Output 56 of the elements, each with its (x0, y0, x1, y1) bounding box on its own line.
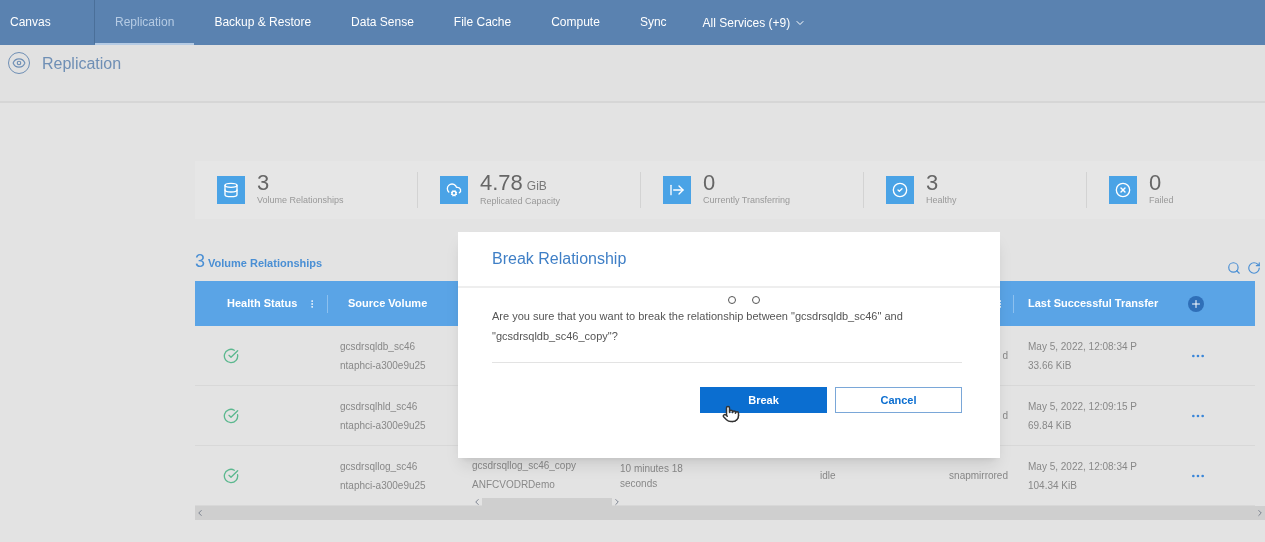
scrollbar-drawing[interactable] (472, 495, 622, 508)
table-title: Volume Relationships (208, 256, 323, 271)
horizontal-scrollbar[interactable] (195, 506, 1265, 520)
stat-label: Volume Relationships (257, 194, 344, 208)
stat-value: 4.78 (480, 171, 523, 194)
table-cell-text: 69.84 KiB (1028, 418, 1073, 433)
search-icon[interactable] (1227, 261, 1241, 275)
table-cell-text: gcsdrsqldb_sc46 (340, 339, 417, 354)
table-cell-text: snapmirrored (949, 469, 1008, 483)
nav-tab[interactable]: File Cache (433, 0, 532, 45)
table-cell-text: ntaphci-a300e9u25 (340, 418, 427, 433)
table-cell-text: ntaphci-a300e9u25 (340, 478, 427, 493)
break-button[interactable]: Break (700, 387, 827, 413)
table-cell-text: May 5, 2022, 12:08:34 P (1028, 459, 1138, 474)
table-cell-text: May 5, 2022, 12:08:34 P (1028, 339, 1138, 354)
stat-label: Currently Transferring (703, 194, 791, 208)
scroll-left-icon[interactable] (195, 508, 205, 518)
column-header[interactable]: Source Volume (348, 295, 428, 312)
column-header[interactable]: Health Status (227, 295, 298, 312)
table-cell-text: gcsdrsqllog_sc46 (340, 459, 419, 474)
table-cell-text: ntaphci-a300e9u25 (340, 358, 427, 373)
nav-tab[interactable]: Data Sense (331, 0, 434, 45)
database-icon (217, 176, 245, 204)
dialog-title: Break Relationship (492, 249, 627, 269)
table-cell-text: 104.34 KiB (1028, 478, 1078, 493)
stat-value: 0 (703, 172, 716, 195)
table-cell-text: gcsdrsqllog_sc46_copy (472, 458, 577, 473)
relationship-count: 3 (195, 250, 205, 273)
table-cell-text: gcsdrsqlhld_sc46 (340, 399, 419, 414)
dialog-message: Are you sure that you want to break the relationship between "gcsdrsqldb_sc46" and "gcsdrsqldb_sc46_copy"? (492, 309, 904, 344)
all-services-menu[interactable]: All Services (+9) (686, 0, 823, 45)
nav-tab[interactable]: Sync (619, 0, 687, 45)
table-cell-text: May 5, 2022, 12:09:15 P (1028, 399, 1138, 414)
table-cell: idle (820, 470, 836, 481)
nav-tab[interactable]: Compute (531, 0, 620, 45)
stat-label: Failed (1149, 194, 1174, 208)
column-header[interactable]: Last Successful Transfer (1028, 295, 1159, 312)
nav-tab[interactable]: Backup & Restore (194, 0, 332, 45)
table-cell-text: 33.66 KiB (1028, 358, 1073, 373)
cancel-button[interactable]: Cancel (835, 387, 962, 413)
stat-label: Replicated Capacity (480, 194, 561, 208)
stat-value: 0 (1149, 172, 1162, 195)
add-icon[interactable] (1188, 295, 1204, 312)
stat-label: Healthy (926, 194, 957, 208)
refresh-icon[interactable] (1247, 261, 1261, 275)
hand-cursor-icon (722, 405, 740, 423)
table-cell-text: d (1002, 409, 1008, 423)
stat-value: 3 (926, 172, 939, 195)
table-cell-text: 10 minutes 18 seconds (620, 461, 684, 491)
stat-unit: GiB (526, 177, 547, 195)
scroll-right-icon[interactable] (1255, 508, 1265, 518)
page-title: Replication (42, 54, 122, 74)
stat-value: 3 (257, 172, 270, 195)
table-cell-text: ANFCVODRDemo (472, 477, 556, 492)
cloud-icon (440, 176, 468, 204)
table-cell-text: d (1002, 349, 1008, 363)
